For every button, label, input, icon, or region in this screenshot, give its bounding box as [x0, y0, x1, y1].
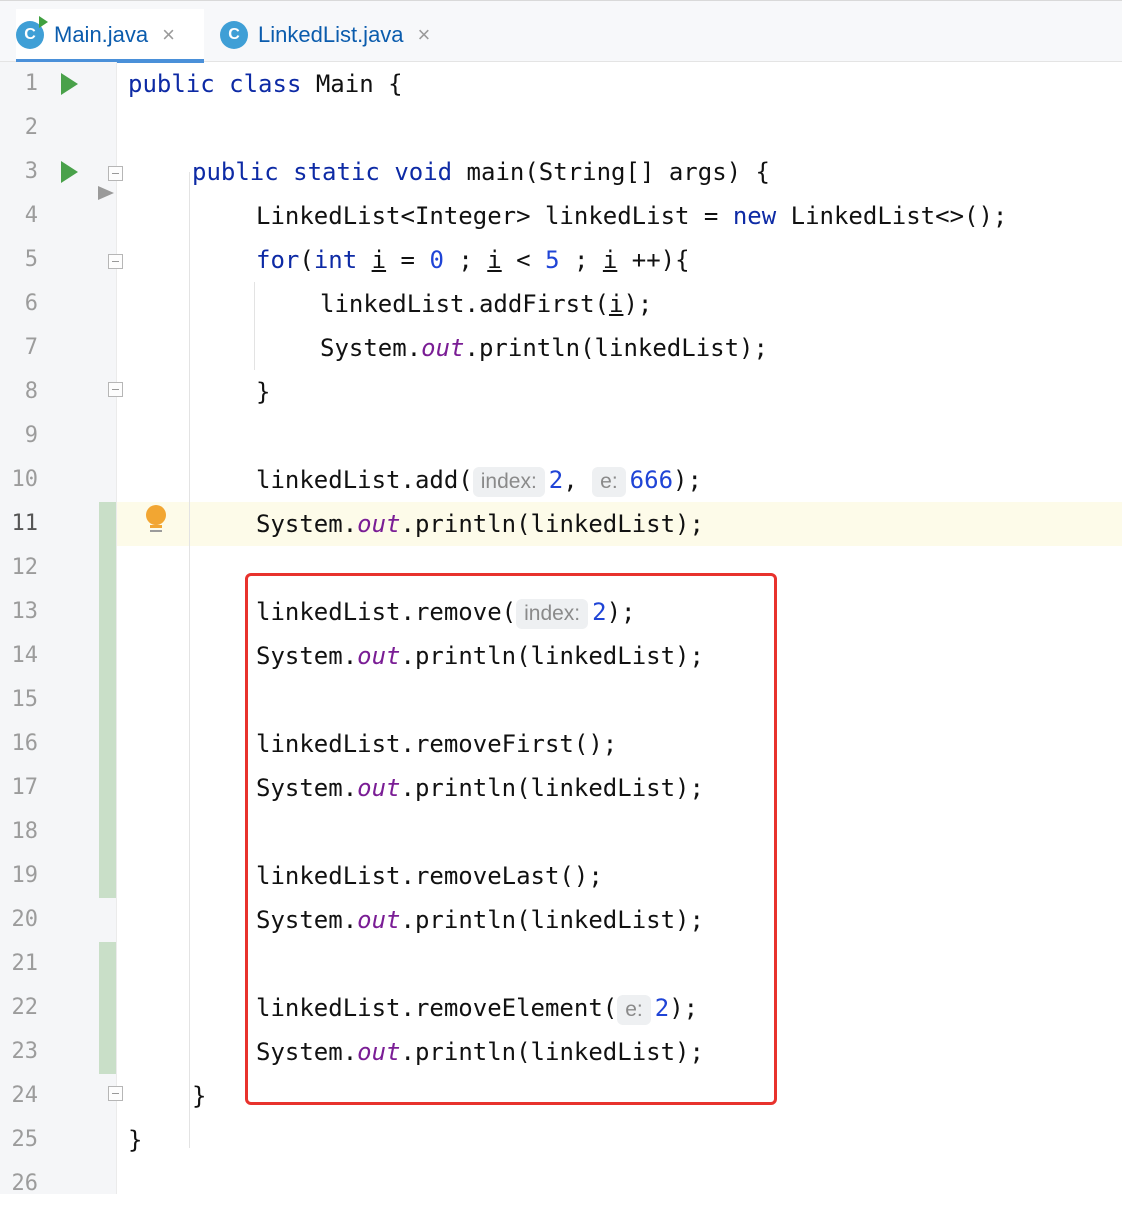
- line-number: 11: [11, 511, 39, 536]
- java-class-icon: C: [220, 21, 248, 49]
- vcs-change-marker[interactable]: [99, 502, 116, 898]
- code-line-1[interactable]: public class Main {: [128, 62, 403, 106]
- close-icon[interactable]: ×: [418, 22, 431, 48]
- fold-icon[interactable]: [108, 382, 123, 397]
- line-number: 22: [11, 995, 39, 1020]
- editor-tab-bar: C Main.java × C LinkedList.java ×: [0, 0, 1122, 63]
- run-icon[interactable]: [61, 161, 78, 183]
- code-line-24[interactable]: }: [192, 1074, 206, 1118]
- line-number: 20: [11, 907, 39, 932]
- code-line-3[interactable]: public static void main(String[] args) {: [192, 150, 770, 194]
- line-number: 24: [11, 1083, 39, 1108]
- tab-label: Main.java: [54, 22, 149, 47]
- close-icon[interactable]: ×: [162, 22, 175, 48]
- fold-icon[interactable]: [108, 166, 123, 181]
- line-number: 15: [11, 687, 39, 712]
- code-line-5[interactable]: for(int i = 0 ; i < 5 ; i ++){: [256, 238, 690, 282]
- java-class-run-icon: C: [16, 16, 48, 49]
- line-number: 8: [24, 379, 38, 404]
- line-number: 12: [11, 555, 39, 580]
- line-number: 1: [24, 71, 38, 96]
- run-icon[interactable]: [61, 73, 78, 95]
- line-number: 3: [24, 159, 38, 184]
- parameter-hint: index:: [472, 467, 545, 497]
- code-line-7[interactable]: System.out.println(linkedList);: [320, 326, 768, 370]
- code-line-4[interactable]: LinkedList<Integer> linkedList = new Lin…: [256, 194, 1007, 238]
- line-number: 16: [11, 731, 39, 756]
- tab-main-java[interactable]: C Main.java ×: [16, 9, 204, 63]
- line-number: 2: [24, 115, 38, 140]
- line-number: 21: [11, 951, 39, 976]
- line-number: 5: [24, 247, 38, 272]
- line-number: 19: [11, 863, 39, 888]
- code-line-25[interactable]: }: [128, 1118, 142, 1162]
- fold-icon[interactable]: [108, 1086, 123, 1101]
- code-line-6[interactable]: linkedList.addFirst(i);: [320, 282, 652, 326]
- line-number: 9: [24, 423, 38, 448]
- line-number: 23: [11, 1039, 39, 1064]
- line-number: 6: [24, 291, 38, 316]
- line-number: 17: [11, 775, 39, 800]
- code-line-11[interactable]: System.out.println(linkedList);: [256, 502, 704, 546]
- line-number: 13: [11, 599, 39, 624]
- line-number: 26: [11, 1171, 39, 1196]
- line-number: 4: [24, 203, 38, 228]
- line-number: 10: [11, 467, 39, 492]
- breakpoint-arrow-icon: [98, 186, 114, 200]
- highlight-annotation-box: [245, 573, 777, 1105]
- line-number: 14: [11, 643, 39, 668]
- parameter-hint: e:: [592, 467, 626, 497]
- tab-linkedlist-java[interactable]: C LinkedList.java ×: [220, 9, 460, 61]
- code-editor[interactable]: 1 2 3 4 5 6 7 8 9 10 11 12 13 14 15 16 1…: [0, 62, 1122, 1196]
- vcs-change-marker[interactable]: [99, 942, 116, 1074]
- code-line-10[interactable]: linkedList.add(index: 2, e: 666);: [256, 458, 702, 502]
- tab-label: LinkedList.java: [258, 22, 404, 47]
- line-number: 25: [11, 1127, 39, 1152]
- line-number: 7: [24, 335, 38, 360]
- code-line-8[interactable]: }: [256, 370, 270, 414]
- fold-icon[interactable]: [108, 254, 123, 269]
- line-number: 18: [11, 819, 39, 844]
- lightbulb-icon[interactable]: [145, 505, 167, 537]
